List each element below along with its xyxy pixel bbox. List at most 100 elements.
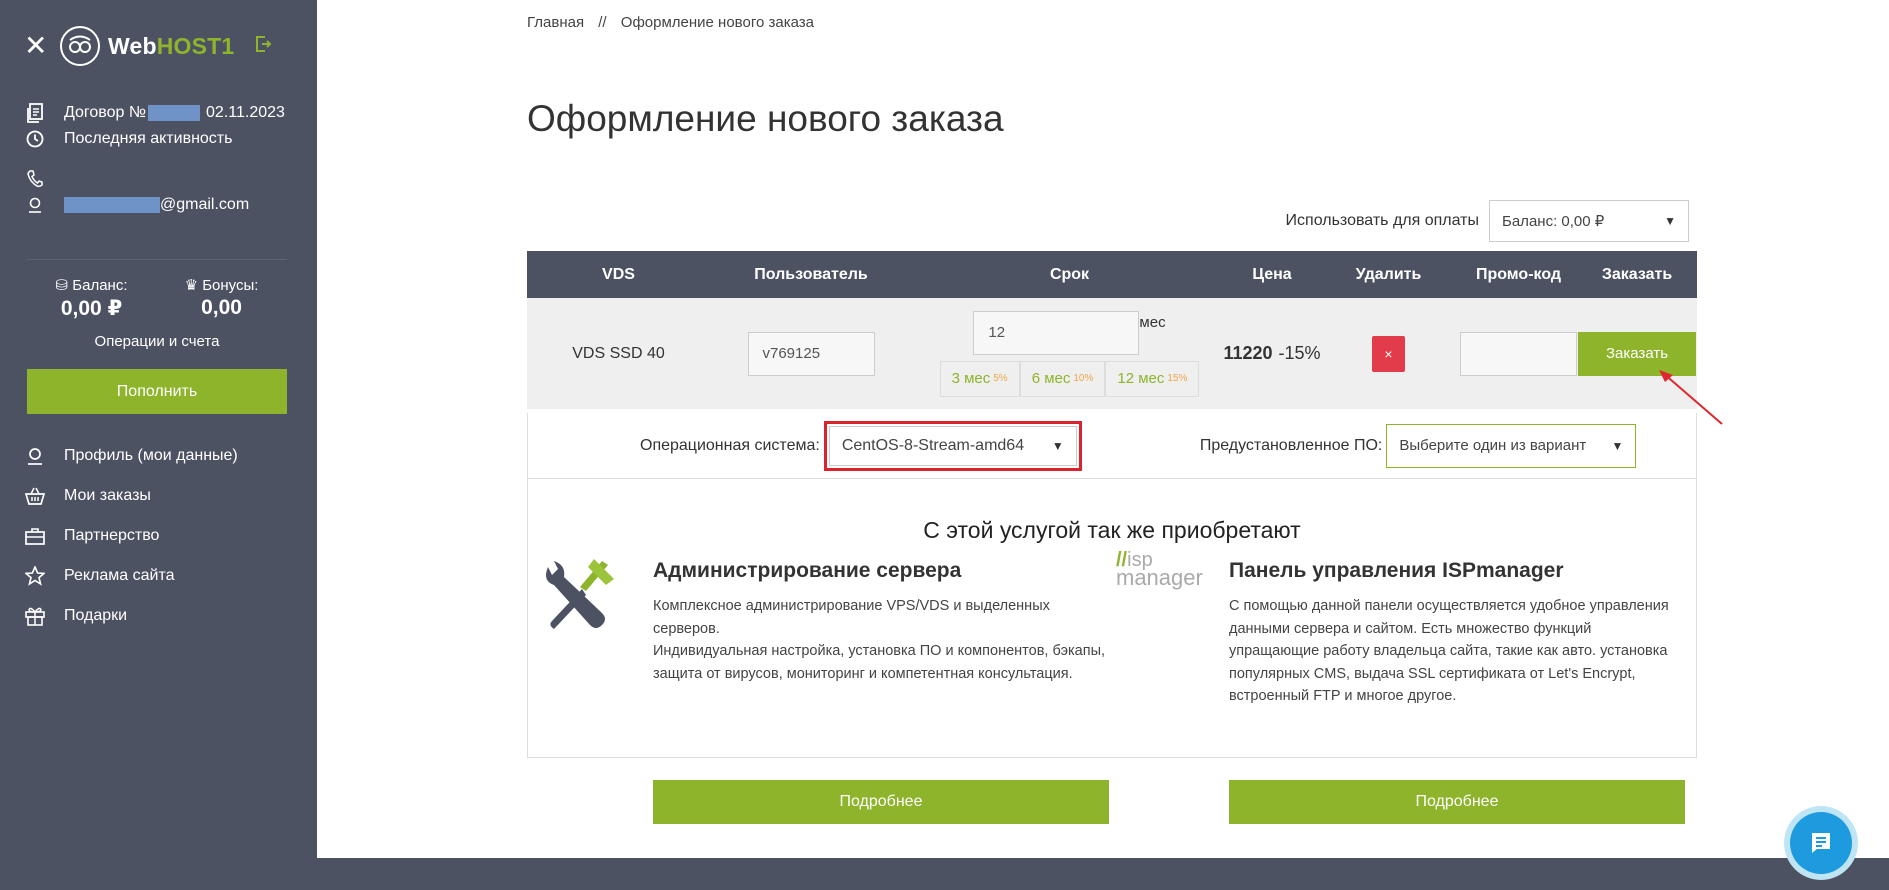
- column-header: VDS: [602, 265, 635, 283]
- sidebar-header: ✕ WebHOST1: [24, 24, 272, 68]
- phone-icon: [24, 169, 46, 189]
- os-select-highlight: CentOS-8-Stream-amd64 ▼: [823, 420, 1082, 471]
- os-select[interactable]: CentOS-8-Stream-amd64 ▼: [828, 425, 1077, 466]
- user-icon: [24, 195, 46, 215]
- payment-source-row: Использовать для оплаты Баланс: 0,00 ₽ ▼: [1286, 200, 1689, 242]
- basket-icon: [24, 485, 46, 507]
- card-text: Комплексное администрирование VPS/VDS и …: [653, 598, 1050, 637]
- sidebar-menu: Профиль (мои данные) Мои заказы Партнерс…: [24, 436, 294, 636]
- term-input[interactable]: 12: [973, 310, 1140, 355]
- logo-text: WebHOST1: [108, 32, 235, 59]
- order-table: VDS Пользователь Срок Цена Удалить Промо…: [527, 251, 1697, 409]
- user-icon: [24, 445, 46, 467]
- software-select[interactable]: Выберите один из вариант ▼: [1386, 423, 1637, 468]
- email-user-redacted: [64, 197, 160, 213]
- breadcrumb-current: Оформление нового заказа: [620, 14, 814, 31]
- balance-block: ⛁ Баланс: 0,00 ₽ ♛ Бонусы: 0,00 Операции…: [27, 276, 287, 350]
- medal-icon: ♛: [184, 277, 199, 294]
- briefcase-icon: [24, 525, 46, 547]
- breadcrumb-home[interactable]: Главная: [527, 14, 584, 31]
- menu-item-label: Профиль (мои данные): [64, 447, 238, 464]
- topup-button[interactable]: Пополнить: [27, 369, 287, 414]
- footer-bar: [317, 858, 1889, 890]
- logo-mascot-icon: [60, 26, 100, 66]
- account-info: Договор № 02.11.2023 Последняя активност…: [24, 100, 294, 218]
- star-icon: [24, 565, 46, 587]
- ispmanager-logo: //isp manager: [1116, 549, 1203, 590]
- logo[interactable]: WebHOST1: [60, 26, 234, 66]
- term-unit: мес: [1139, 313, 1166, 331]
- term-selector: 12 мес 3 мес 5% 6 мес 10% 12 мес 15%: [939, 310, 1200, 397]
- document-icon: [24, 103, 46, 123]
- last-activity-label: Последняя активность: [64, 130, 233, 147]
- column-header: Цена: [1252, 265, 1292, 283]
- operations-link[interactable]: Операции и счета: [27, 333, 287, 350]
- column-header: Пользователь: [754, 265, 868, 283]
- contract-row: Договор № 02.11.2023: [24, 100, 294, 126]
- bonus-col: ♛ Бонусы: 0,00: [185, 276, 259, 321]
- vds-plan-name: VDS SSD 40: [572, 344, 665, 362]
- balance-col: ⛁ Баланс: 0,00 ₽: [56, 276, 128, 321]
- sidebar-divider: [27, 259, 287, 260]
- bonus-value: 0,00: [201, 296, 242, 319]
- term-presets: 3 мес 5% 6 мес 10% 12 мес 15%: [939, 360, 1200, 397]
- payment-source-select[interactable]: Баланс: 0,00 ₽ ▼: [1489, 200, 1689, 242]
- card-title: Администрирование сервера: [653, 559, 962, 582]
- username-field[interactable]: v769125: [747, 331, 875, 376]
- upsell-section: С этой услугой так же приобретают Админи…: [527, 479, 1697, 824]
- menu-item-gifts[interactable]: Подарки: [24, 596, 294, 636]
- delete-button[interactable]: ×: [1372, 335, 1405, 372]
- email-row: @gmail.com: [24, 192, 294, 218]
- phone-row: [24, 166, 294, 192]
- price-discount: -15%: [1278, 343, 1321, 363]
- table-row: VDS SSD 40 v769125 12 мес 3 мес 5% 6 мес 1…: [527, 298, 1697, 409]
- more-button[interactable]: Подробнее: [1229, 780, 1685, 824]
- term-preset-6[interactable]: 6 мес 10%: [1019, 360, 1106, 397]
- sidebar: ✕ WebHOST1 Договор № 02.11.2023 Последня…: [0, 0, 317, 890]
- menu-item-advertising[interactable]: Реклама сайта: [24, 556, 294, 596]
- os-select-value: CentOS-8-Stream-amd64: [841, 436, 1025, 454]
- os-row: Операционная система: CentOS-8-Stream-am…: [527, 413, 1697, 479]
- wrench-screwdriver-icon: [546, 559, 614, 629]
- card-title: Панель управления ISPmanager: [1229, 559, 1564, 582]
- chevron-down-icon: ▼: [1611, 438, 1624, 453]
- chevron-down-icon: ▼: [1664, 214, 1676, 228]
- column-header: Промо-код: [1475, 265, 1562, 283]
- more-button[interactable]: Подробнее: [653, 780, 1109, 824]
- balance-label: Баланс:: [72, 277, 128, 294]
- price-value: 11220: [1223, 343, 1273, 363]
- menu-item-label: Реклама сайта: [64, 567, 175, 584]
- last-activity-row: Последняя активность: [24, 126, 294, 152]
- software-select-value: Выберите один из вариант: [1399, 437, 1587, 454]
- promo-code-field[interactable]: [1460, 331, 1577, 376]
- email-domain: @gmail.com: [160, 196, 250, 213]
- upsell-title: С этой услугой так же приобретают: [923, 517, 1301, 543]
- contract-number-redacted: [148, 105, 201, 121]
- balance-value: 0,00 ₽: [60, 297, 123, 320]
- close-icon[interactable]: ✕: [24, 32, 48, 60]
- payment-source-value: Баланс: 0,00 ₽: [1502, 213, 1605, 230]
- contract-label: Договор №: [64, 104, 147, 121]
- term-preset-3[interactable]: 3 мес 5%: [939, 360, 1020, 397]
- logout-icon[interactable]: [254, 35, 272, 58]
- column-header: Заказать: [1601, 265, 1673, 283]
- chat-button[interactable]: [1790, 812, 1852, 874]
- upsell-card-ispmanager: Панель управления ISPmanager С помощью д…: [1229, 559, 1685, 824]
- card-text: Индивидуальная настройка, установка ПО и…: [653, 643, 1106, 682]
- card-text: С помощью данной панели осуществляется у…: [1229, 598, 1669, 704]
- payment-source-label: Использовать для оплаты: [1285, 212, 1479, 229]
- term-preset-12[interactable]: 12 мес 15%: [1105, 360, 1200, 397]
- os-label: Операционная система:: [640, 436, 820, 454]
- column-header: Удалить: [1355, 265, 1422, 283]
- chat-icon: [1812, 833, 1830, 853]
- menu-item-label: Партнерство: [64, 527, 160, 544]
- menu-item-orders[interactable]: Мои заказы: [24, 476, 294, 516]
- software-label: Предустановленное ПО:: [1199, 436, 1383, 454]
- bonus-label: Бонусы:: [202, 277, 259, 294]
- page-title: Оформление нового заказа: [527, 98, 1004, 139]
- menu-item-partnership[interactable]: Партнерство: [24, 516, 294, 556]
- menu-item-label: Подарки: [64, 607, 128, 624]
- menu-item-profile[interactable]: Профиль (мои данные): [24, 436, 294, 476]
- chevron-down-icon: ▼: [1051, 438, 1064, 453]
- contract-date: 02.11.2023: [206, 104, 285, 121]
